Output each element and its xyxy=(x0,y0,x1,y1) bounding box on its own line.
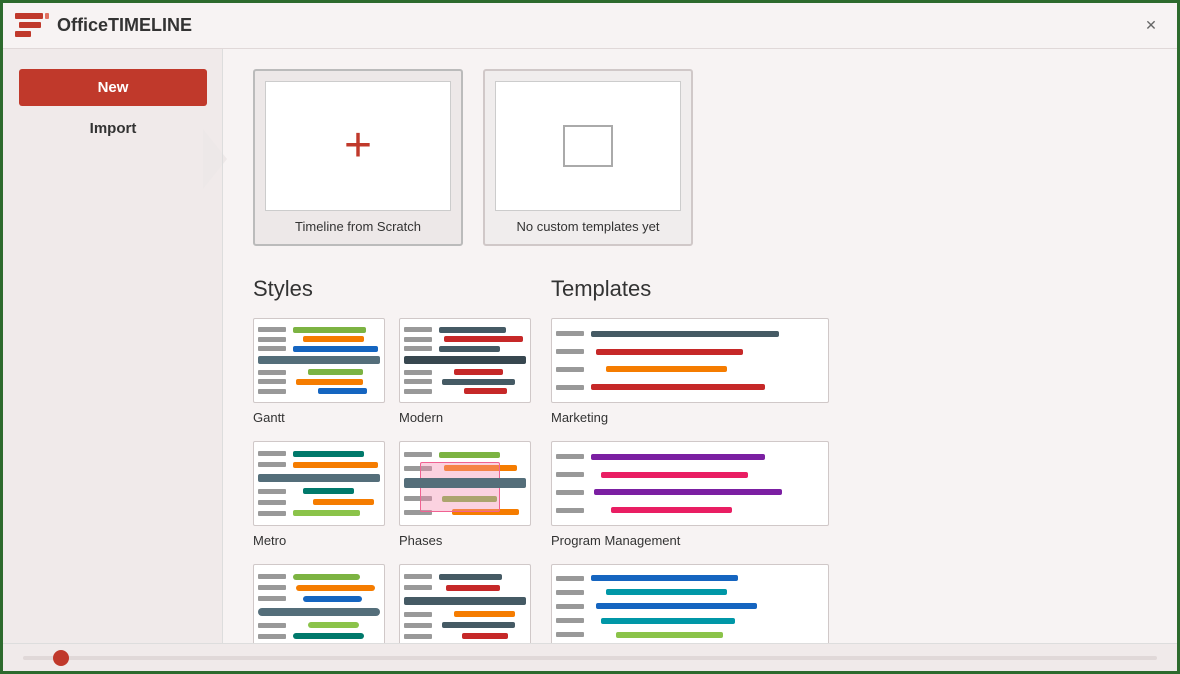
plus-icon: + xyxy=(344,122,372,170)
templates-grid: Marketing xyxy=(551,318,829,643)
template-program-management[interactable]: Program Management xyxy=(551,441,829,550)
custom-label: No custom templates yet xyxy=(516,219,659,234)
style-metro[interactable]: Metro xyxy=(253,441,385,550)
logo-icon xyxy=(15,13,49,39)
style-phases[interactable]: Phases xyxy=(399,441,531,550)
logo-bold: TIMELINE xyxy=(108,15,192,35)
templates-section: Templates xyxy=(551,276,849,643)
style-gantt-label: Gantt xyxy=(253,410,285,425)
scroll-track[interactable] xyxy=(23,656,1157,660)
gantt-thumb xyxy=(253,318,385,403)
styles-title: Styles xyxy=(253,276,531,302)
new-button[interactable]: New xyxy=(19,69,207,106)
logo-plain: Office xyxy=(57,15,108,35)
modern-thumb xyxy=(399,318,531,403)
leaf-thumb xyxy=(399,564,531,643)
rounded-thumb xyxy=(253,564,385,643)
template-marketing[interactable]: Marketing xyxy=(551,318,829,427)
logo-area: OfficeTIMELINE xyxy=(15,13,192,39)
marketing-thumb xyxy=(551,318,829,403)
program-management-thumb xyxy=(551,441,829,526)
templates-title: Templates xyxy=(551,276,829,302)
main-content: New Import + Timeline from Scratch xyxy=(3,49,1177,643)
custom-card[interactable]: No custom templates yet xyxy=(483,69,693,246)
phases-thumb xyxy=(399,441,531,526)
galleries-area: Styles xyxy=(253,276,1147,643)
scratch-card-inner: + xyxy=(265,81,451,211)
bottom-bar xyxy=(3,643,1177,671)
title-bar: OfficeTIMELINE ✕ xyxy=(3,3,1177,49)
template-pm-label: Program Management xyxy=(551,533,680,548)
metro-thumb xyxy=(253,441,385,526)
empty-doc-icon xyxy=(563,125,613,167)
style-modern-label: Modern xyxy=(399,410,443,425)
styles-section: Styles xyxy=(253,276,551,643)
template-marketing-label: Marketing xyxy=(551,410,608,425)
scratch-card[interactable]: + Timeline from Scratch xyxy=(253,69,463,246)
templates-overflow xyxy=(849,276,969,643)
style-phases-label: Phases xyxy=(399,533,442,548)
logo-text: OfficeTIMELINE xyxy=(57,15,192,36)
style-leaf[interactable]: Leaf xyxy=(399,564,531,643)
style-modern[interactable]: Modern xyxy=(399,318,531,427)
content-area: + Timeline from Scratch No custom templa… xyxy=(223,49,1177,643)
engineering-thumb xyxy=(551,564,829,643)
close-button[interactable]: ✕ xyxy=(1137,12,1165,40)
style-rounded[interactable]: Rounded xyxy=(253,564,385,643)
app-window: OfficeTIMELINE ✕ New Import + Timeline f… xyxy=(3,3,1177,671)
style-metro-label: Metro xyxy=(253,533,286,548)
scratch-label: Timeline from Scratch xyxy=(295,219,421,234)
new-section: + Timeline from Scratch No custom templa… xyxy=(253,69,1147,246)
style-gantt[interactable]: Gantt xyxy=(253,318,385,427)
import-button[interactable]: Import xyxy=(19,110,207,147)
template-engineering[interactable]: Engineering xyxy=(551,564,829,643)
scroll-thumb[interactable] xyxy=(53,650,69,666)
sidebar: New Import xyxy=(3,49,223,643)
styles-grid: Gantt xyxy=(253,318,531,643)
custom-card-inner xyxy=(495,81,681,211)
